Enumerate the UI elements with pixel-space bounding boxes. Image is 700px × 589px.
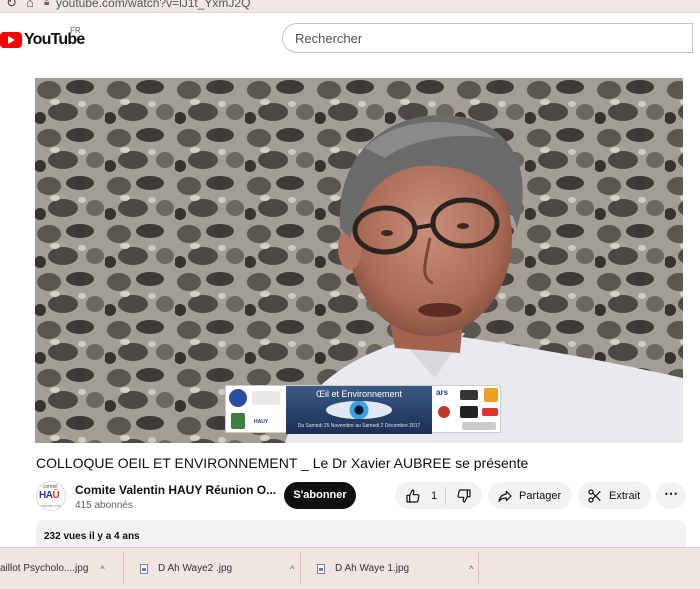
avatar-text-mid-a: HA bbox=[39, 490, 53, 501]
partner-logo-icon bbox=[460, 406, 478, 418]
download-item[interactable]: aillot Psycholo....jpg ^ bbox=[0, 548, 105, 589]
dislike-button[interactable] bbox=[446, 482, 482, 509]
lock-icon[interactable]: 🔒︎ bbox=[44, 0, 49, 8]
download-item[interactable]: D Ah Waye2 .jpg ^ bbox=[140, 548, 294, 589]
chevron-up-icon[interactable]: ^ bbox=[469, 564, 473, 574]
partner-logo-icon bbox=[484, 388, 498, 402]
banner-left-logos: HAUY bbox=[226, 386, 286, 434]
banner-title: Œil et Environnement bbox=[315, 389, 403, 399]
search-box[interactable] bbox=[282, 23, 694, 53]
video-title: COLLOQUE OEIL ET ENVIRONNEMENT _ Le Dr X… bbox=[36, 455, 529, 471]
avatar-text-bottom: Valentin Haüy bbox=[40, 503, 65, 508]
channel-avatar[interactable]: comité HAÜ Valentin Haüy bbox=[36, 481, 66, 511]
partner-logo-icon bbox=[482, 408, 498, 416]
banner-right-logos: ars bbox=[432, 386, 502, 434]
event-banner: HAUY Œil et Environnement Du Samedi 25 N… bbox=[225, 385, 502, 434]
share-button[interactable]: Partager bbox=[488, 482, 572, 509]
banner-right-label: ars bbox=[436, 388, 449, 397]
chevron-up-icon[interactable]: ^ bbox=[290, 564, 294, 574]
avatar-text-mid-b: Ü bbox=[52, 490, 60, 501]
partner-logo-icon bbox=[438, 406, 450, 418]
like-count: 1 bbox=[431, 489, 438, 502]
image-file-icon bbox=[317, 563, 325, 574]
channel-name[interactable]: Comite Valentin HAUY Réunion O... bbox=[75, 483, 276, 497]
reload-icon[interactable]: ↻ bbox=[6, 0, 17, 9]
download-item[interactable]: D Ah Waye 1.jpg ^ bbox=[317, 548, 473, 589]
banner-left-label: HAUY bbox=[254, 419, 269, 425]
video-player[interactable]: HAUY Œil et Environnement Du Samedi 25 N… bbox=[35, 78, 683, 443]
lions-logo-icon bbox=[229, 389, 247, 407]
search-divider bbox=[692, 23, 693, 53]
youtube-play-icon bbox=[0, 32, 22, 48]
download-divider bbox=[478, 552, 479, 585]
thumbs-up-icon bbox=[406, 488, 420, 503]
search-input[interactable] bbox=[283, 24, 694, 52]
country-code: FR bbox=[70, 26, 81, 35]
download-filename: D Ah Waye 1.jpg bbox=[335, 563, 410, 574]
download-bar: aillot Psycholo....jpg ^ D Ah Waye2 .jpg… bbox=[0, 547, 700, 589]
banner-subtitle: Du Samedi 25 Novembre au Samedi 2 Décemb… bbox=[297, 423, 421, 429]
home-icon[interactable]: ⌂ bbox=[26, 0, 34, 9]
download-divider bbox=[123, 552, 124, 585]
crest-logo-icon bbox=[231, 413, 245, 429]
clip-label: Extrait bbox=[609, 489, 641, 502]
youtube-header: YouTube FR bbox=[0, 14, 700, 66]
browser-address-bar: ↻ ⌂ 🔒︎ youtube.com/watch?v=lJ1t_YxmJ2Q bbox=[0, 0, 700, 13]
scissors-icon bbox=[588, 488, 601, 503]
partner-logo-icon bbox=[460, 390, 478, 400]
avatar-text-mid: HAÜ bbox=[39, 490, 60, 501]
banner-center: Œil et Environnement Du Samedi 25 Novemb… bbox=[286, 386, 432, 434]
url-field[interactable]: youtube.com/watch?v=lJ1t_YxmJ2Q bbox=[56, 0, 250, 10]
download-divider bbox=[300, 552, 301, 585]
chevron-up-icon[interactable]: ^ bbox=[100, 564, 104, 574]
image-file-icon bbox=[140, 563, 148, 574]
like-button[interactable]: 1 bbox=[395, 482, 445, 509]
subscriber-count: 415 abonnés bbox=[75, 500, 133, 511]
thumbs-down-icon bbox=[457, 488, 471, 503]
share-icon bbox=[498, 490, 512, 502]
download-filename: aillot Psycholo....jpg bbox=[0, 563, 89, 574]
partner-logo-icon bbox=[462, 422, 496, 430]
partner-logo-icon bbox=[252, 391, 280, 405]
more-actions-button[interactable]: ⋯ bbox=[656, 482, 686, 509]
like-dislike-group: 1 bbox=[395, 482, 482, 509]
download-filename: D Ah Waye2 .jpg bbox=[158, 563, 233, 574]
share-label: Partager bbox=[519, 489, 562, 502]
clip-button[interactable]: Extrait bbox=[578, 482, 651, 509]
views-and-date: 232 vues il y a 4 ans bbox=[44, 531, 140, 542]
subscribe-button[interactable]: S'abonner bbox=[284, 482, 356, 509]
eye-icon bbox=[326, 401, 392, 419]
